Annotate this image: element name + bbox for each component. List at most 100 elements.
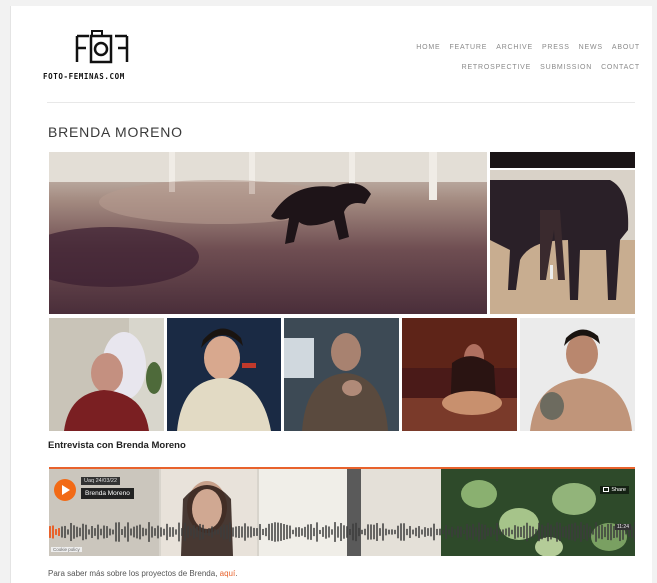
waveform-bar: [577, 525, 579, 539]
waveform-bar: [568, 524, 570, 540]
waveform-bar: [502, 529, 504, 535]
interview-heading: Entrevista con Brenda Moreno: [48, 440, 186, 451]
woman-red-room-portrait[interactable]: [402, 318, 517, 431]
waveform-bar: [469, 526, 471, 538]
waveform-bar: [151, 526, 153, 538]
waveform-bar: [505, 528, 507, 536]
nav-press[interactable]: PRESS: [542, 44, 570, 51]
horse-strip-photo[interactable]: [490, 152, 635, 168]
waveform-bar: [118, 522, 120, 542]
waveform-bar: [289, 525, 291, 539]
secondary-nav: RETROSPECTIVE SUBMISSION CONTACT: [462, 64, 640, 71]
more-info-suffix: .: [235, 569, 238, 578]
more-info-link[interactable]: aquí: [220, 569, 236, 578]
waveform-bar: [499, 529, 501, 535]
waveform-bar: [541, 524, 543, 540]
waveform-bar: [460, 526, 462, 538]
waveform-bar: [316, 522, 318, 542]
waveform-bar: [430, 527, 432, 537]
waveform-bar: [394, 529, 396, 535]
main-nav: HOME FEATURE ARCHIVE PRESS NEWS ABOUT: [416, 44, 640, 51]
waveform-bar: [322, 527, 324, 537]
waveform-bar: [406, 528, 408, 536]
horse-galloping-photo[interactable]: [49, 152, 487, 314]
cookie-policy-link[interactable]: Cookie policy: [51, 547, 82, 552]
nav-contact[interactable]: CONTACT: [601, 64, 640, 71]
nav-retrospective[interactable]: RETROSPECTIVE: [462, 64, 532, 71]
page-container: FOTO-FEMINAS.COM HOME FEATURE ARCHIVE PR…: [10, 6, 652, 583]
waveform-bar: [232, 527, 234, 537]
waveform-bar: [223, 524, 225, 540]
play-button[interactable]: [54, 479, 76, 501]
waveform-bar: [304, 526, 306, 538]
waveform-bar: [229, 522, 231, 542]
waveform-bar: [373, 524, 375, 540]
share-button[interactable]: Share: [600, 486, 629, 494]
waveform-bar: [115, 522, 117, 542]
waveform-bar: [436, 528, 438, 536]
waveform-bar: [73, 525, 75, 539]
nav-archive[interactable]: ARCHIVE: [496, 44, 533, 51]
waveform-bar: [127, 522, 129, 542]
waveform-bar: [253, 527, 255, 537]
waveform-bar: [484, 524, 486, 540]
waveform-bar: [424, 527, 426, 537]
track-title[interactable]: Brenda Moreno: [81, 488, 134, 499]
waveform-bar: [574, 522, 576, 542]
waveform-bar: [397, 525, 399, 539]
waveform-bar: [313, 527, 315, 537]
waveform-bar: [274, 522, 276, 542]
waveform-bar: [190, 528, 192, 536]
waveform-bar: [586, 523, 588, 541]
waveform-bar: [286, 524, 288, 540]
nav-submission[interactable]: SUBMISSION: [540, 64, 592, 71]
waveform-bar: [61, 526, 63, 538]
waveform-bar: [214, 529, 216, 535]
share-label: Share: [611, 487, 626, 493]
horse-standing-photo[interactable]: [490, 170, 635, 314]
waveform-bar: [280, 523, 282, 541]
woman-white-hair-portrait[interactable]: [49, 318, 164, 431]
nav-home[interactable]: HOME: [416, 44, 440, 51]
waveform-bar: [382, 523, 384, 541]
waveform-bar: [604, 526, 606, 538]
waveform-bar: [385, 528, 387, 536]
waveform-bar: [361, 529, 363, 535]
waveform-bar: [421, 529, 423, 535]
waveform-bar: [493, 529, 495, 535]
woman-sweater-portrait[interactable]: [167, 318, 281, 431]
waveform-bar: [562, 526, 564, 538]
waveform-bar: [442, 529, 444, 535]
page-title: BRENDA MORENO: [48, 124, 183, 140]
waveform-bar: [193, 525, 195, 539]
nav-feature[interactable]: FEATURE: [449, 44, 487, 51]
uploader-label[interactable]: Uaq 24/03/22: [81, 477, 121, 485]
waveform-bar: [607, 523, 609, 541]
waveform-bar: [112, 529, 114, 535]
waveform-bar: [91, 526, 93, 538]
nav-news[interactable]: NEWS: [579, 44, 603, 51]
header-divider: [47, 102, 635, 103]
waveform-bar: [319, 529, 321, 535]
waveform-bar: [301, 528, 303, 536]
waveform-scrubber[interactable]: [49, 519, 635, 545]
waveform-bar: [85, 524, 87, 540]
man-smoking-portrait[interactable]: [284, 318, 399, 431]
waveform-bar: [259, 524, 261, 540]
waveform-bar: [262, 528, 264, 536]
waveform-bar: [625, 529, 627, 535]
nav-about[interactable]: ABOUT: [612, 44, 640, 51]
waveform-bar: [376, 523, 378, 541]
waveform-bar: [220, 526, 222, 538]
waveform-bar: [142, 527, 144, 537]
tattooed-man-portrait[interactable]: [520, 318, 635, 431]
site-logo[interactable]: FOTO-FEMINAS.COM: [43, 28, 173, 90]
waveform-bar: [340, 523, 342, 541]
waveform-bar: [559, 522, 561, 542]
waveform-bar: [403, 523, 405, 541]
waveform-bar: [307, 524, 309, 540]
waveform-bar: [124, 526, 126, 538]
waveform-bar: [217, 529, 219, 535]
waveform-bar: [634, 522, 635, 542]
waveform-bar: [589, 526, 591, 538]
